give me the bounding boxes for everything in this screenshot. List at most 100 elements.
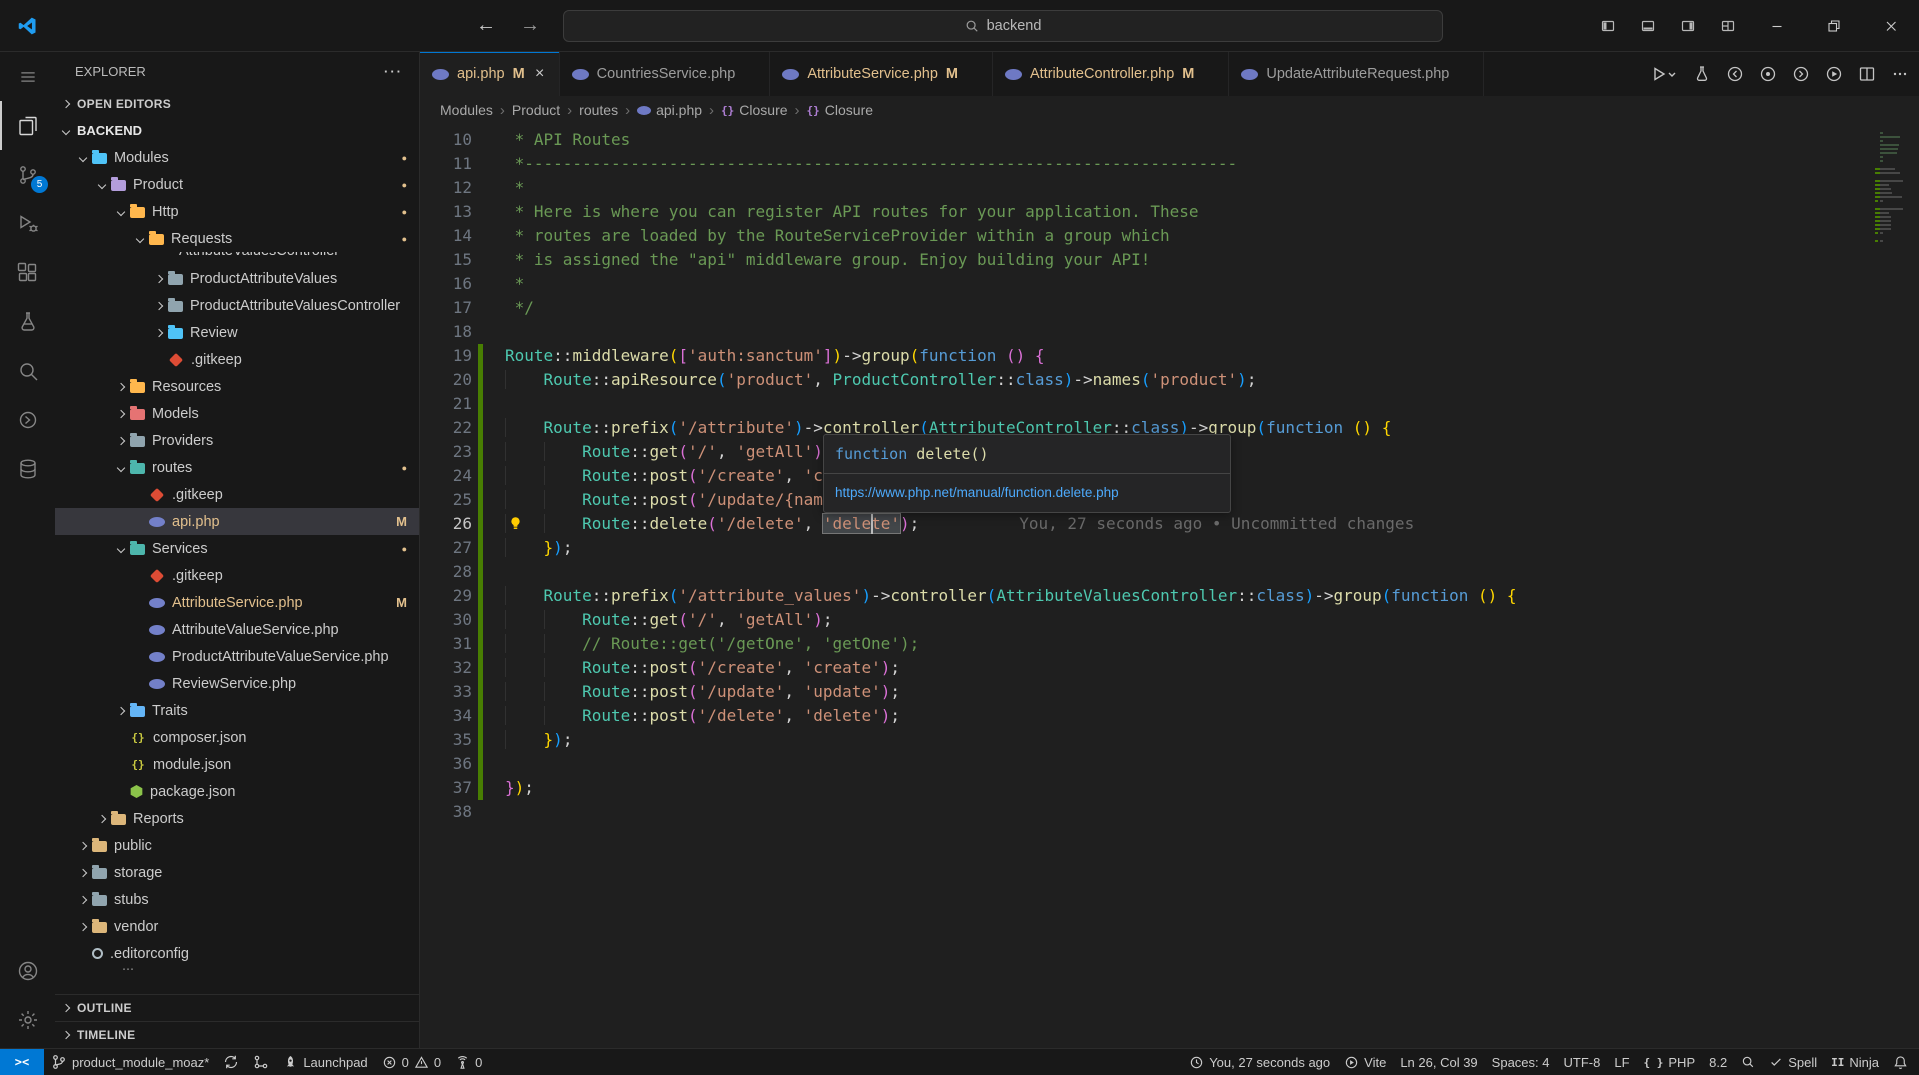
source-control-icon[interactable]: 5 <box>0 150 55 199</box>
code-line[interactable]: 28 <box>420 560 1919 584</box>
split-editor-button[interactable] <box>1858 65 1876 83</box>
code-line[interactable]: 16 * <box>420 272 1919 296</box>
tree-folder-Product[interactable]: Product● <box>55 171 419 198</box>
tree-file-AttributeValuesController[interactable]: AttributeValuesController <box>55 252 419 265</box>
tree-folder-vendor[interactable]: vendor <box>55 913 419 940</box>
tab-api.php[interactable]: api.phpM× <box>420 52 560 96</box>
toggle-sidebar-icon[interactable] <box>1588 0 1628 52</box>
encoding-status[interactable]: UTF-8 <box>1557 1049 1608 1075</box>
tab-CountriesService.php[interactable]: CountriesService.php <box>560 52 771 96</box>
run-file-button[interactable] <box>1650 65 1678 83</box>
extensions-icon[interactable] <box>0 248 55 297</box>
explorer-icon[interactable] <box>0 101 55 150</box>
close-tab-button[interactable]: × <box>533 65 547 83</box>
breadcrumb-item-Product[interactable]: Product <box>512 102 560 118</box>
code-line[interactable]: 34 Route::post('/delete', 'delete'); <box>420 704 1919 728</box>
toggle-panel-icon[interactable] <box>1628 0 1668 52</box>
ports-button[interactable]: 0 <box>448 1049 489 1075</box>
code-line[interactable]: 38 <box>420 800 1919 824</box>
code-line[interactable]: 35 }); <box>420 728 1919 752</box>
tree-folder-routes[interactable]: routes● <box>55 454 419 481</box>
tab-AttributeService.php[interactable]: AttributeService.phpM <box>770 52 993 96</box>
code-line[interactable]: 11 *------------------------------------… <box>420 152 1919 176</box>
test-beaker-icon[interactable] <box>1693 65 1711 83</box>
go-back-button[interactable]: ← <box>476 14 496 37</box>
search-status-icon[interactable] <box>1734 1049 1762 1075</box>
indentation-status[interactable]: Spaces: 4 <box>1485 1049 1557 1075</box>
code-line[interactable]: 17 */ <box>420 296 1919 320</box>
lightbulb-icon[interactable] <box>508 516 523 531</box>
code-line[interactable]: 29 Route::prefix('/attribute_values')->c… <box>420 584 1919 608</box>
customize-layout-icon[interactable] <box>1708 0 1748 52</box>
language-status[interactable]: { } PHP <box>1637 1049 1703 1075</box>
tree-file-ReviewService.php[interactable]: ReviewService.php <box>55 670 419 697</box>
tree-folder-Providers[interactable]: Providers <box>55 427 419 454</box>
tab-UpdateAttributeRequest.php[interactable]: UpdateAttributeRequest.php <box>1229 52 1484 96</box>
code-line[interactable]: 33 Route::post('/update', 'update'); <box>420 680 1919 704</box>
vite-status[interactable]: Vite <box>1337 1049 1393 1075</box>
tree-file-AttributeValueService.php[interactable]: AttributeValueService.php <box>55 616 419 643</box>
code-line[interactable]: 10 * API Routes <box>420 128 1919 152</box>
breadcrumb-item-Closure[interactable]: {}Closure <box>721 102 788 118</box>
code-line[interactable]: 27 }); <box>420 536 1919 560</box>
open-editors-header[interactable]: OPEN EDITORS <box>55 90 419 117</box>
code-line[interactable]: 19Route::middleware(['auth:sanctum'])->g… <box>420 344 1919 368</box>
tree-folder-Services[interactable]: Services● <box>55 535 419 562</box>
launchpad-button[interactable]: Launchpad <box>276 1049 374 1075</box>
tree-file-module.json[interactable]: {}module.json <box>55 751 419 778</box>
tree-folder-Models[interactable]: Models <box>55 400 419 427</box>
testing-icon[interactable] <box>0 297 55 346</box>
minimize-button[interactable] <box>1748 0 1805 52</box>
code-line[interactable]: 36 <box>420 752 1919 776</box>
tree-folder-public[interactable]: public <box>55 832 419 859</box>
git-graph-button[interactable] <box>246 1049 276 1075</box>
tree-file-ProductAttributeValueService.php[interactable]: ProductAttributeValueService.php <box>55 643 419 670</box>
tree-folder-Reports[interactable]: Reports <box>55 805 419 832</box>
timeline-header[interactable]: TIMELINE <box>55 1021 419 1048</box>
menu-icon[interactable] <box>0 52 55 101</box>
tree-folder-Resources[interactable]: Resources <box>55 373 419 400</box>
eol-status[interactable]: LF <box>1607 1049 1636 1075</box>
php-manual-link[interactable]: https://www.php.net/manual/function.dele… <box>824 473 1230 512</box>
code-line[interactable]: 15 * is assigned the "api" middleware gr… <box>420 248 1919 272</box>
debug-console-icon[interactable] <box>0 395 55 444</box>
tree-file-.gitkeep[interactable]: .gitkeep <box>55 562 419 589</box>
search-icon[interactable] <box>0 346 55 395</box>
ninja-status[interactable]: II Ninja <box>1824 1049 1886 1075</box>
tree-file-.gitkeep[interactable]: .gitkeep <box>55 346 419 373</box>
code-line[interactable]: 14 * routes are loaded by the RouteServi… <box>420 224 1919 248</box>
run-circle-icon[interactable] <box>1825 65 1843 83</box>
tree-file-composer.json[interactable]: {}composer.json <box>55 724 419 751</box>
breadcrumb-item-Closure[interactable]: {}Closure <box>807 102 874 118</box>
breadcrumb-item-api.php[interactable]: api.php <box>637 102 702 118</box>
tree-folder-Requests[interactable]: Requests● <box>55 225 419 252</box>
outline-header[interactable]: OUTLINE <box>55 994 419 1021</box>
sync-changes-button[interactable] <box>216 1049 246 1075</box>
toggle-secondary-sidebar-icon[interactable] <box>1668 0 1708 52</box>
problems-button[interactable]: 0 0 <box>375 1049 448 1075</box>
more-actions-icon[interactable]: ··· <box>384 64 403 79</box>
go-forward-button[interactable]: → <box>520 14 540 37</box>
tree-file-.editorconfig[interactable]: .editorconfig <box>55 940 419 967</box>
restore-button[interactable] <box>1805 0 1862 52</box>
database-icon[interactable] <box>0 444 55 493</box>
close-window-button[interactable] <box>1862 0 1919 52</box>
code-editor[interactable]: 10 * API Routes11 *---------------------… <box>420 124 1919 1048</box>
nav-back-circle-icon[interactable] <box>1726 65 1744 83</box>
breadcrumb-item-Modules[interactable]: Modules <box>440 102 493 118</box>
code-line[interactable]: 21 <box>420 392 1919 416</box>
tree-folder-Modules[interactable]: Modules● <box>55 144 419 171</box>
tree-root-backend[interactable]: BACKEND <box>55 117 419 144</box>
code-line[interactable]: 37}); <box>420 776 1919 800</box>
cursor-position-status[interactable]: Ln 26, Col 39 <box>1393 1049 1484 1075</box>
notifications-bell[interactable] <box>1886 1049 1915 1075</box>
tree-file-AttributeService.php[interactable]: AttributeService.phpM <box>55 589 419 616</box>
tree-folder-stubs[interactable]: stubs <box>55 886 419 913</box>
code-line[interactable]: 12 * <box>420 176 1919 200</box>
spell-status[interactable]: Spell <box>1762 1049 1824 1075</box>
accounts-icon[interactable] <box>0 946 55 995</box>
settings-gear-icon[interactable] <box>0 995 55 1044</box>
command-center-search[interactable]: backend <box>563 10 1443 42</box>
code-line[interactable]: 13 * Here is where you can register API … <box>420 200 1919 224</box>
code-line[interactable]: 26 Route::delete('/delete', 'delete');Yo… <box>420 512 1919 536</box>
